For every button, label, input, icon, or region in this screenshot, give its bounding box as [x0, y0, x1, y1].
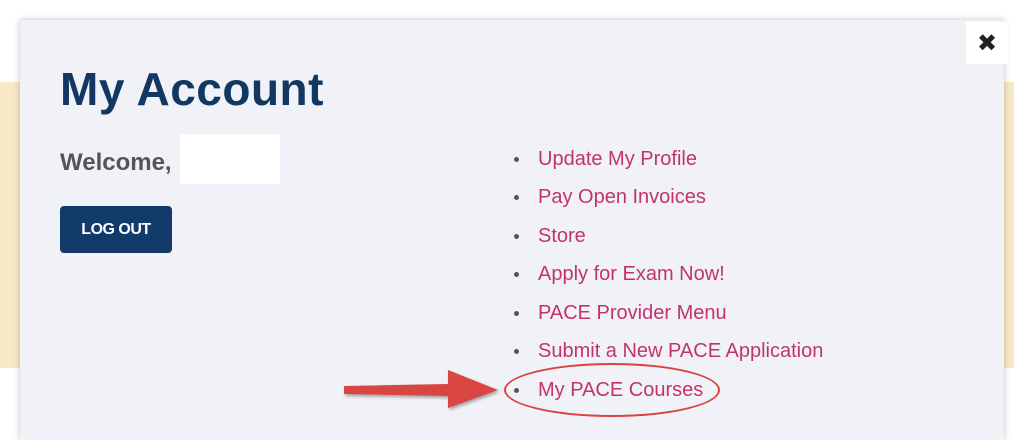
pay-invoices-link[interactable]: Pay Open Invoices	[538, 186, 706, 209]
arrow-annotation-icon	[344, 370, 498, 408]
bullet-icon	[514, 272, 519, 278]
pace-provider-menu-link[interactable]: PACE Provider Menu	[538, 302, 727, 325]
list-item: PACE Provider Menu	[514, 294, 823, 333]
modal-title: My Account	[60, 63, 324, 115]
list-item: Pay Open Invoices	[514, 179, 823, 218]
store-link[interactable]: Store	[538, 225, 586, 248]
close-button[interactable]: ✖	[966, 22, 1008, 64]
submit-pace-application-link[interactable]: Submit a New PACE Application	[538, 340, 823, 363]
bullet-icon	[514, 387, 519, 393]
apply-exam-link[interactable]: Apply for Exam Now!	[538, 263, 725, 286]
bullet-icon	[514, 156, 519, 162]
bullet-icon	[514, 349, 519, 355]
update-profile-link[interactable]: Update My Profile	[538, 148, 697, 171]
list-item: Submit a New PACE Application	[514, 333, 823, 372]
logout-button[interactable]: LOG OUT	[60, 206, 172, 253]
bullet-icon	[514, 233, 519, 239]
list-item: Store	[514, 217, 823, 256]
list-item: Apply for Exam Now!	[514, 256, 823, 295]
list-item: My PACE Courses	[514, 371, 823, 410]
bullet-icon	[514, 310, 519, 316]
bullet-icon	[514, 195, 519, 201]
close-icon: ✖	[976, 29, 998, 57]
account-links-list: Update My Profile Pay Open Invoices Stor…	[514, 140, 823, 410]
list-item: Update My Profile	[514, 140, 823, 179]
welcome-text: Welcome,	[60, 149, 172, 176]
my-pace-courses-link[interactable]: My PACE Courses	[538, 379, 703, 402]
redacted-username	[180, 134, 280, 184]
